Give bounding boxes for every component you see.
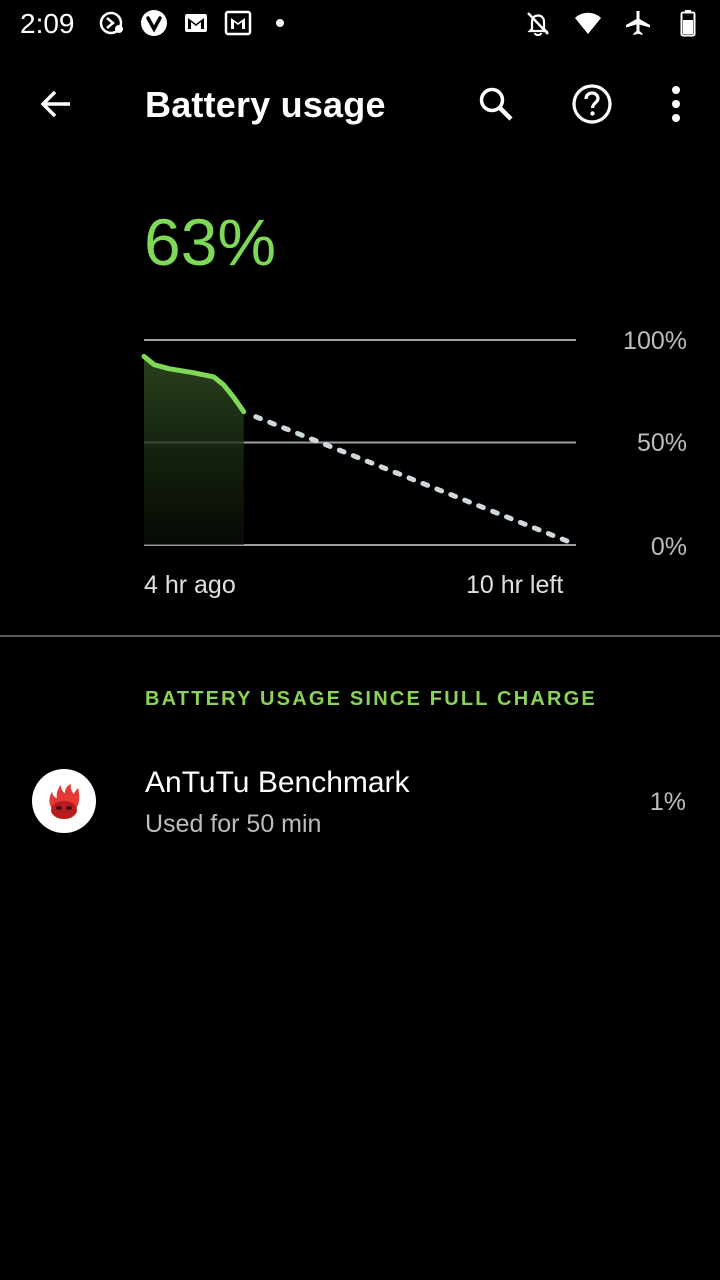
- battery-percent: 63%: [144, 205, 277, 279]
- y-tick-label: 50%: [636, 429, 687, 457]
- prediction-line: [253, 414, 575, 546]
- status-left-icons: [98, 9, 294, 37]
- section-header: BATTERY USAGE SINCE FULL CHARGE: [145, 688, 597, 710]
- app-usage-time: Used for 50 min: [145, 810, 322, 838]
- status-bar: 2:09: [0, 0, 720, 50]
- more-vert-icon: [672, 86, 680, 122]
- status-right-icons: [524, 9, 702, 37]
- gmail-icon: [185, 14, 207, 32]
- help-icon: [572, 84, 612, 124]
- gmail-icon: [224, 10, 252, 36]
- app-usage-percent: 1%: [649, 788, 686, 816]
- y-tick-label: 0%: [650, 533, 687, 561]
- clock-hand-icon: [99, 11, 123, 35]
- section-divider: [0, 635, 720, 637]
- status-time: 2:09: [20, 8, 75, 39]
- help-button[interactable]: [562, 74, 622, 134]
- back-button[interactable]: [26, 74, 86, 134]
- app-usage-row[interactable]: AnTuTu Benchmark Used for 50 min 1%: [0, 748, 720, 858]
- battery-icon: [680, 10, 696, 37]
- arrow-back-icon: [40, 90, 70, 118]
- search-button[interactable]: [466, 74, 526, 134]
- history-area: [144, 356, 244, 545]
- search-icon: [479, 87, 513, 121]
- more-options-button[interactable]: [650, 74, 702, 134]
- page-title: Battery usage: [145, 84, 386, 125]
- x-tick-label-start: 4 hr ago: [144, 571, 236, 599]
- wifi-icon: [575, 12, 601, 34]
- app-name: AnTuTu Benchmark: [145, 766, 410, 799]
- notifications-off-icon: [527, 12, 549, 37]
- x-tick-label-end: 10 hr left: [466, 571, 564, 599]
- battery-chart-svg: [141, 339, 576, 546]
- vivaldi-icon: [141, 10, 167, 36]
- airplane-icon: [626, 11, 650, 35]
- battery-chart: 100% 50% 0% 4 hr ago 10 hr left: [0, 320, 720, 610]
- antutu-icon: [32, 769, 96, 833]
- y-tick-label: 100%: [623, 327, 687, 355]
- app-bar: Battery usage: [0, 60, 720, 150]
- dot-icon: [276, 19, 284, 27]
